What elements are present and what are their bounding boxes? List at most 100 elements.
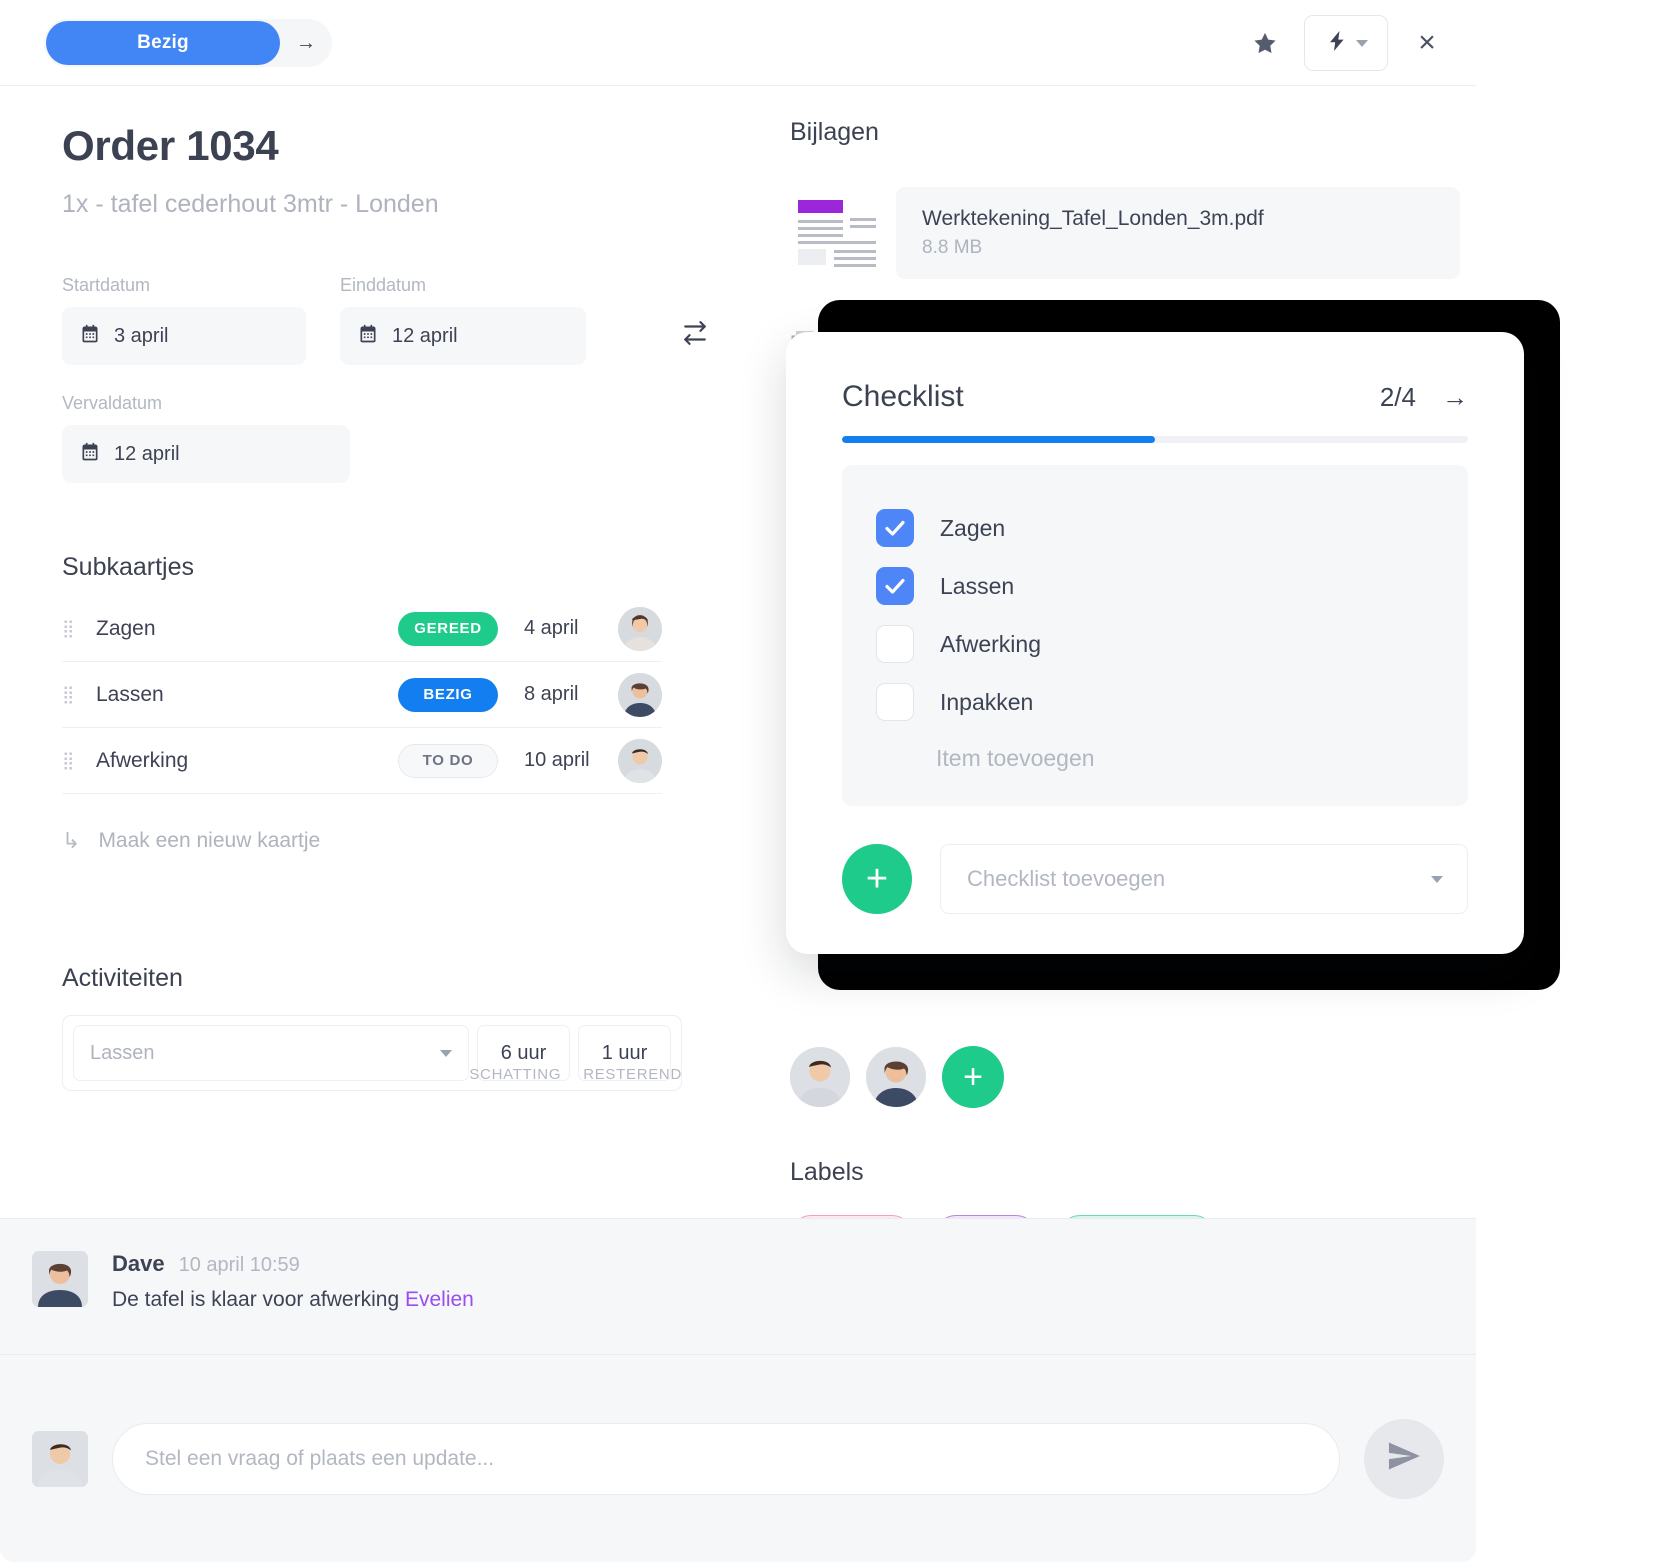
- attachment-filesize: 8.8 MB: [922, 237, 983, 258]
- checklist-progress-bar: [842, 436, 1468, 443]
- attachment-item[interactable]: Werktekening_Tafel_Londen_3m.pdf 8.8 MB: [790, 187, 1460, 279]
- subcard-date: 10 april: [524, 749, 590, 771]
- avatar[interactable]: [618, 738, 662, 783]
- create-new-card-label: Maak een nieuw kaartje: [98, 829, 321, 852]
- subcard-name: Lassen: [96, 682, 164, 706]
- pdf-thumbnail-icon: [790, 194, 882, 272]
- status-badge[interactable]: TO DO: [398, 743, 498, 778]
- comment-composer: Stel een vraag of plaats een update...: [0, 1354, 1476, 1562]
- subcard-name: Afwerking: [96, 748, 189, 772]
- duedate-field[interactable]: Vervaldatum 12 april: [62, 393, 740, 483]
- startdate-label: Startdatum: [62, 275, 151, 295]
- list-item[interactable]: Zagen: [842, 499, 1468, 557]
- enddate-field[interactable]: Einddatum 12 april: [340, 275, 586, 365]
- drag-handle-icon[interactable]: ⣿: [62, 620, 86, 637]
- card-detail-screen: Bezig → × Order 1034 1x - tafel cederhou…: [0, 0, 1656, 1562]
- checklist-select-placeholder: Checklist toevoegen: [967, 866, 1166, 891]
- list-item[interactable]: Inpakken: [842, 673, 1468, 731]
- activity-select[interactable]: Lassen: [73, 1025, 469, 1081]
- close-icon: ×: [1418, 26, 1436, 59]
- duedate-value: 12 april: [114, 442, 180, 465]
- checklist-select[interactable]: Checklist toevoegen: [940, 844, 1468, 914]
- list-item[interactable]: Afwerking: [842, 615, 1468, 673]
- activities-section: Activiteiten SCHATTING RESTEREND Lassen …: [62, 964, 682, 1091]
- lightning-icon: [1325, 27, 1349, 60]
- startdate-value: 3 april: [114, 324, 169, 347]
- add-checklist-button[interactable]: +: [842, 844, 912, 914]
- attachment-filename: Werktekening_Tafel_Londen_3m.pdf: [922, 207, 1264, 230]
- sync-dates-icon[interactable]: [680, 320, 710, 353]
- status-switcher[interactable]: Bezig →: [44, 19, 332, 67]
- comment-timestamp: 10 april 10:59: [178, 1254, 300, 1276]
- subcards-section: Subkaartjes ⣿ Zagen GEREED 4 april ⣿ Las…: [62, 553, 662, 854]
- comments-section: Dave 10 april 10:59 De tafel is klaar vo…: [0, 1218, 1476, 1354]
- enddate-label: Einddatum: [340, 275, 427, 295]
- chevron-down-icon: [440, 1049, 452, 1057]
- checklist-items: Zagen Lassen Afwerking Inpakken Item toe…: [842, 465, 1468, 806]
- table-row[interactable]: ⣿ Lassen BEZIG 8 april: [62, 662, 662, 728]
- status-next-button[interactable]: →: [280, 32, 332, 55]
- send-button[interactable]: [1364, 1418, 1444, 1499]
- status-badge[interactable]: BEZIG: [398, 677, 498, 712]
- column-estimate: SCHATTING: [469, 1066, 562, 1083]
- checklist-item-label: Lassen: [940, 572, 1015, 599]
- comment-item: Dave 10 april 10:59 De tafel is klaar vo…: [0, 1219, 1476, 1312]
- checklist-count: 2/4: [1379, 381, 1416, 412]
- star-icon[interactable]: [1240, 16, 1290, 70]
- automation-button[interactable]: [1304, 15, 1388, 71]
- comment-author: Dave: [112, 1251, 165, 1276]
- checklist-modal: Checklist 2/4 → Zagen Lassen Afwerking I…: [786, 332, 1524, 954]
- arrow-return-icon: ↳: [62, 828, 81, 853]
- chevron-down-icon: [1431, 875, 1443, 883]
- table-row[interactable]: ⣿ Zagen GEREED 4 april: [62, 596, 662, 662]
- calendar-icon: [80, 442, 100, 466]
- checkbox-checked-icon[interactable]: [876, 567, 914, 605]
- checklist-item-label: Afwerking: [940, 630, 1041, 657]
- drag-handle-icon[interactable]: ⣿: [62, 752, 86, 769]
- startdate-field[interactable]: Startdatum 3 april: [62, 275, 306, 365]
- status-badge[interactable]: GEREED: [398, 611, 498, 646]
- checkbox-unchecked-icon[interactable]: [876, 625, 914, 663]
- labels-title: Labels: [790, 1158, 864, 1186]
- left-column: Order 1034 1x - tafel cederhout 3mtr - L…: [0, 86, 740, 1091]
- comment-input[interactable]: Stel een vraag of plaats een update...: [112, 1422, 1340, 1495]
- mention-link[interactable]: Evelien: [405, 1288, 474, 1311]
- checkbox-checked-icon[interactable]: [876, 509, 914, 547]
- comment-text: De tafel is klaar voor afwerking Evelien: [112, 1288, 474, 1312]
- subcards-title: Subkaartjes: [62, 553, 195, 581]
- checklist-progress-fill: [842, 436, 1155, 443]
- avatar[interactable]: [866, 1047, 926, 1107]
- order-subtitle: 1x - tafel cederhout 3mtr - Londen: [62, 190, 439, 218]
- add-checklist-item-button[interactable]: Item toevoegen: [842, 745, 1468, 772]
- close-button[interactable]: ×: [1402, 16, 1452, 70]
- avatar[interactable]: [790, 1047, 850, 1107]
- subcard-date: 8 april: [524, 683, 579, 705]
- topbar-actions: ×: [1240, 15, 1452, 71]
- avatar[interactable]: [32, 1430, 88, 1487]
- checklist-next-arrow-icon[interactable]: →: [1442, 382, 1468, 413]
- subcard-name: Zagen: [96, 616, 156, 640]
- comment-body: De tafel is klaar voor afwerking: [112, 1288, 405, 1311]
- enddate-value: 12 april: [392, 324, 458, 347]
- activity-select-value: Lassen: [90, 1041, 155, 1064]
- checklist-title: Checklist: [842, 380, 964, 413]
- checklist-item-label: Inpakken: [940, 688, 1034, 715]
- avatar[interactable]: [618, 606, 662, 651]
- assignees-row: +: [790, 1046, 1004, 1108]
- avatar[interactable]: [618, 672, 662, 717]
- calendar-icon: [80, 324, 100, 348]
- drag-handle-icon[interactable]: ⣿: [62, 686, 86, 703]
- avatar[interactable]: [32, 1251, 88, 1307]
- duedate-label: Vervaldatum: [62, 393, 163, 413]
- list-item[interactable]: Lassen: [842, 557, 1468, 615]
- checkbox-unchecked-icon[interactable]: [876, 683, 914, 721]
- create-new-card-button[interactable]: ↳ Maak een nieuw kaartje: [62, 828, 662, 854]
- attachments-title: Bijlagen: [790, 118, 879, 146]
- chevron-down-icon: [1355, 39, 1368, 47]
- table-row[interactable]: ⣿ Afwerking TO DO 10 april: [62, 728, 662, 794]
- send-icon: [1385, 1437, 1423, 1480]
- status-pill-bezig[interactable]: Bezig: [46, 21, 280, 65]
- column-remaining: RESTEREND: [583, 1066, 682, 1083]
- activities-title: Activiteiten: [62, 964, 183, 992]
- add-assignee-button[interactable]: +: [942, 1046, 1004, 1108]
